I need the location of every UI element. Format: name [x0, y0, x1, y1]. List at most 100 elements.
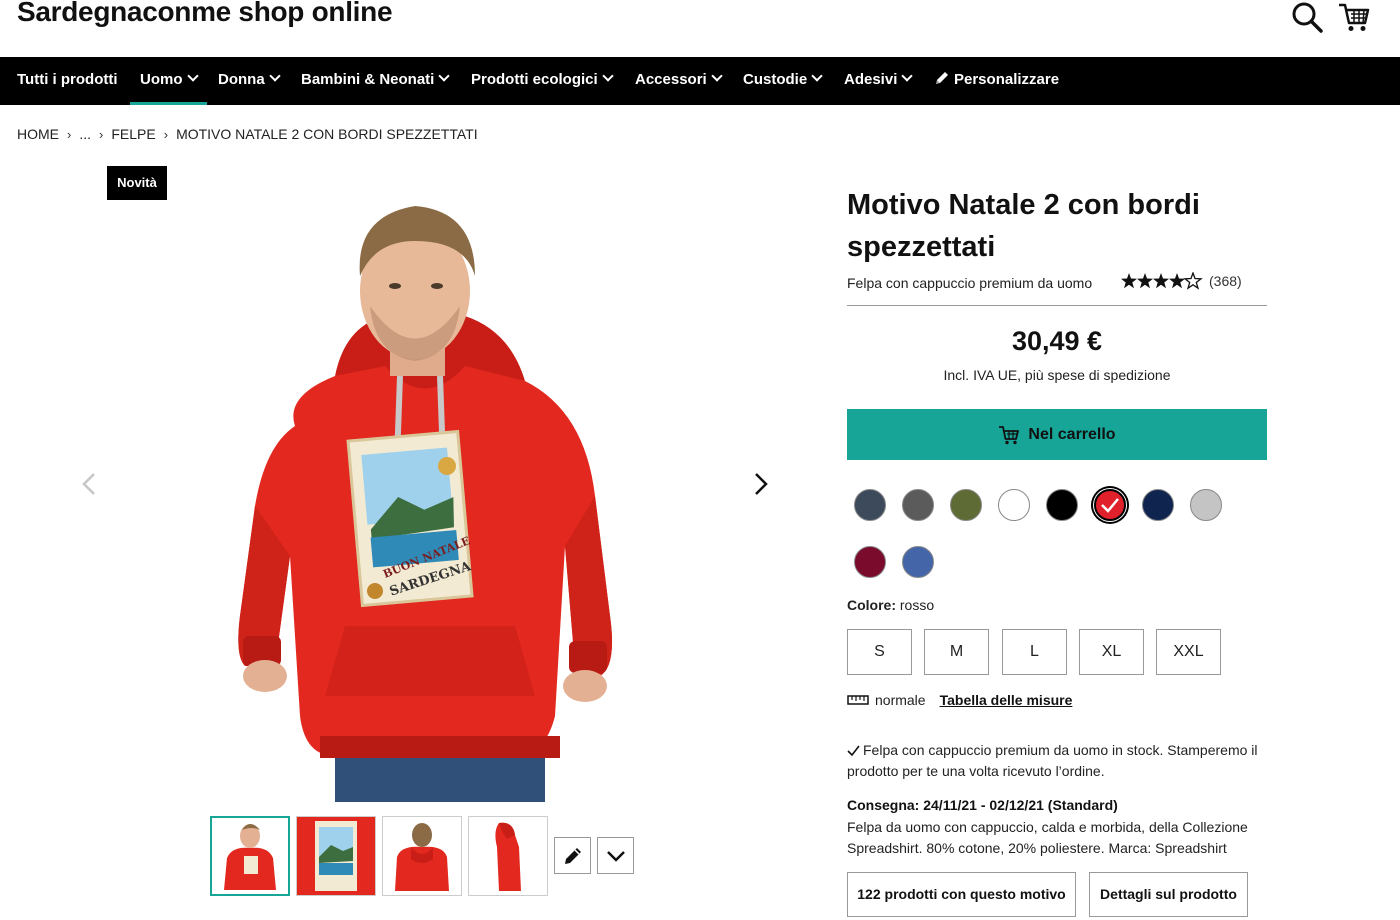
- swatch-fill: [950, 489, 982, 521]
- nav-donna[interactable]: Donna: [218, 57, 281, 105]
- thumbnail-side[interactable]: [468, 816, 548, 896]
- nav-personalizzare[interactable]: Personalizzare: [934, 57, 1059, 105]
- chevron-right-icon: ›: [99, 127, 104, 142]
- color-swatch-dark-grey[interactable]: [899, 486, 937, 524]
- breadcrumb-current: MOTIVO NATALE 2 CON BORDI SPEZZETTATI: [176, 126, 478, 142]
- swatch-fill: [998, 489, 1030, 521]
- nav-label: Uomo: [140, 71, 183, 88]
- size-l-button[interactable]: L: [1002, 629, 1067, 675]
- product-description: Felpa da uomo con cappuccio, calda e mor…: [847, 819, 1248, 856]
- next-image-arrow-icon[interactable]: [746, 470, 774, 498]
- color-swatch-white[interactable]: [995, 486, 1033, 524]
- related-products-button[interactable]: 122 prodotti con questo motivo: [847, 872, 1076, 917]
- stock-note: Felpa con cappuccio premium da uomo in s…: [847, 740, 1272, 782]
- thumbnail-image: [224, 824, 276, 890]
- rating-count: (368): [1209, 273, 1242, 289]
- color-swatch-navy[interactable]: [1139, 486, 1177, 524]
- swatch-fill: [854, 489, 886, 521]
- delivery-info: Consegna: 24/11/21 - 02/12/21 (Standard): [847, 797, 1118, 813]
- pencil-icon: [936, 72, 948, 84]
- previous-image-arrow-icon[interactable]: [76, 470, 104, 498]
- chevron-down-icon: [811, 70, 823, 82]
- nav-ecologici[interactable]: Prodotti ecologici: [471, 57, 614, 105]
- print-design: BUON NATALE SARDEGNA: [346, 429, 474, 608]
- color-swatch-red[interactable]: [1091, 486, 1129, 524]
- breadcrumb-home[interactable]: HOME: [17, 126, 59, 142]
- shop-title[interactable]: Sardegnaconme shop online: [17, 0, 393, 28]
- thumbnail-image: [297, 817, 375, 895]
- chevron-right-icon: ›: [163, 127, 169, 142]
- pencil-icon: [564, 847, 581, 864]
- nav-label: Donna: [218, 71, 265, 88]
- breadcrumb-ellipsis[interactable]: ...: [79, 126, 91, 142]
- nav-uomo[interactable]: Uomo: [130, 57, 206, 105]
- nav-label: Tutti i prodotti: [17, 71, 118, 88]
- add-to-cart-button[interactable]: Nel carrello: [847, 409, 1267, 460]
- color-swatch-olive[interactable]: [947, 486, 985, 524]
- size-m-button[interactable]: M: [924, 629, 989, 675]
- thumbnail-design[interactable]: [296, 816, 376, 896]
- more-thumbnails-button[interactable]: [597, 837, 634, 874]
- size-s-button[interactable]: S: [847, 629, 912, 675]
- color-label-key: Colore:: [847, 597, 896, 613]
- chevron-right-icon: ›: [67, 127, 72, 142]
- nav-label: Adesivi: [844, 71, 898, 88]
- color-label-value: rosso: [899, 597, 935, 613]
- color-swatch-burgundy[interactable]: [851, 543, 889, 581]
- color-swatch-black[interactable]: [1043, 486, 1081, 524]
- price-note: Incl. IVA UE, più spese di spedizione: [943, 367, 1171, 383]
- chevron-down-icon: [602, 70, 614, 82]
- chevron-down-icon: [269, 70, 281, 82]
- checkmark-icon: [847, 745, 860, 757]
- color-swatch-light-grey[interactable]: [1187, 486, 1225, 524]
- customize-button[interactable]: [554, 837, 591, 874]
- nav-label: Prodotti ecologici: [471, 71, 598, 88]
- thumbnail-image: [495, 822, 521, 891]
- product-image[interactable]: BUON NATALE SARDEGNA: [225, 196, 620, 802]
- color-swatch-royal-blue[interactable]: [899, 543, 937, 581]
- nav-custodie[interactable]: Custodie: [743, 57, 823, 105]
- product-subtitle: Felpa con cappuccio premium da uomo: [847, 275, 1093, 291]
- swatch-fill: [1046, 489, 1078, 521]
- nav-label: Personalizzare: [954, 71, 1060, 88]
- stock-text: Felpa con cappuccio premium da uomo in s…: [847, 742, 1258, 779]
- fit-row: normale Tabella delle misure: [847, 692, 1072, 708]
- price: 30,49 €: [1011, 326, 1103, 356]
- nav-label: Bambini & Neonati: [301, 71, 435, 88]
- chevron-down-icon: [901, 70, 914, 82]
- size-xxl-button[interactable]: XXL: [1156, 629, 1221, 675]
- nav-accessori[interactable]: Accessori: [635, 57, 723, 105]
- size-chart-link[interactable]: Tabella delle misure: [940, 692, 1073, 708]
- color-swatch-heather-blue[interactable]: [851, 486, 889, 524]
- thumbnail-front-model[interactable]: [210, 816, 290, 896]
- chevron-down-icon: [438, 70, 451, 82]
- nav-label: Custodie: [743, 71, 808, 88]
- thumbnail-back-model[interactable]: [382, 816, 462, 896]
- rating[interactable]: (368): [1121, 271, 1242, 291]
- swatch-fill: [1190, 489, 1222, 521]
- product-details-button[interactable]: Dettagli sul prodotto: [1089, 872, 1248, 917]
- nav-adesivi[interactable]: Adesivi: [844, 57, 914, 105]
- divider: [847, 305, 1267, 306]
- size-xl-button[interactable]: XL: [1079, 629, 1144, 675]
- breadcrumb: HOME ›... › FELPE › MOTIVO NATALE 2 CON BORDI…: [17, 126, 478, 142]
- nav-bambini[interactable]: Bambini & Neonati: [301, 57, 451, 105]
- breadcrumb-category[interactable]: FELPE: [111, 126, 155, 142]
- swatch-fill: [902, 489, 934, 521]
- new-badge: Novità: [107, 166, 167, 200]
- chevron-down-icon: [186, 70, 199, 82]
- cart-icon: [999, 425, 1020, 444]
- swatch-fill: [902, 546, 934, 578]
- search-icon[interactable]: [1290, 0, 1324, 34]
- nav-label: Accessori: [635, 71, 707, 88]
- nav-all-products[interactable]: Tutti i prodotti: [17, 57, 118, 105]
- star-rating-icon: [1121, 272, 1202, 289]
- color-label: Colore: rosso: [847, 597, 934, 613]
- thumbnail-image: [395, 823, 449, 891]
- checkmark-icon: [1101, 498, 1119, 513]
- main-nav: Tutti i prodotti Uomo Donna Bambini & Ne…: [0, 57, 1400, 105]
- swatch-fill: [854, 546, 886, 578]
- product-title: Motivo Natale 2 con bordi spezzettati: [847, 189, 1200, 263]
- add-to-cart-label: Nel carrello: [1028, 425, 1116, 443]
- cart-icon[interactable]: [1337, 0, 1371, 34]
